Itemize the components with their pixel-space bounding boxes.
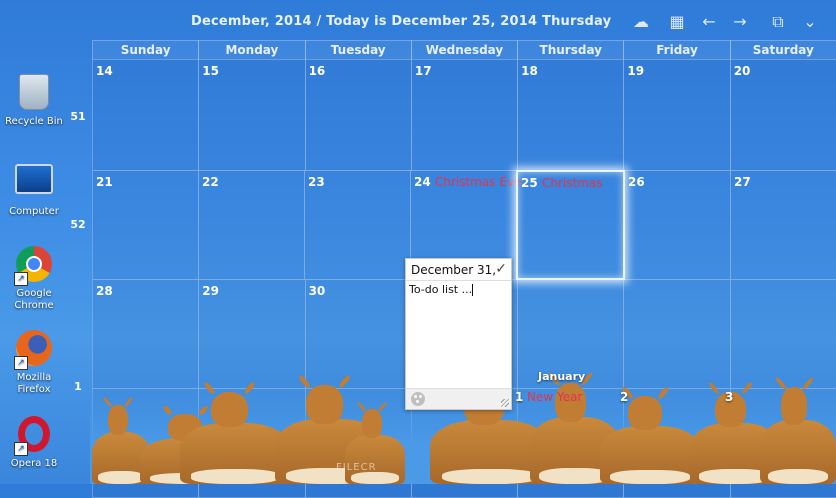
day-number: 19 (627, 64, 645, 78)
day-cell[interactable]: 28 (92, 279, 200, 389)
day-cell[interactable]: 18 (517, 59, 625, 171)
day-cell[interactable]: 20 (729, 59, 836, 171)
day-cell[interactable]: 23 (304, 170, 411, 280)
desktop-icon-label: Computer (9, 206, 59, 217)
divider (406, 280, 511, 281)
day-cell[interactable]: 22 (198, 170, 305, 280)
day-cell[interactable]: 21 (92, 170, 199, 280)
day-number: 1 (515, 390, 524, 404)
sticky-note-footer (406, 388, 511, 409)
week-number: 52 (70, 218, 86, 231)
day-name: Monday (198, 40, 306, 60)
chevron-down-icon[interactable]: ⌄ (800, 12, 820, 32)
text-caret (472, 284, 474, 296)
desktop-icon-firefox[interactable]: ↗ Mozilla Firefox (4, 328, 64, 396)
event-label[interactable]: New Year (527, 390, 582, 404)
day-name: Sunday (92, 40, 200, 60)
computer-icon (14, 164, 54, 204)
desktop-icon-label: Recycle Bin (5, 116, 63, 127)
sticky-note-title: December 31, (411, 263, 497, 277)
next-month-label: January (538, 370, 586, 383)
day-number: 24 (414, 175, 431, 189)
resize-grip-icon[interactable] (501, 399, 509, 407)
day-names-row: Sunday Monday Tuesday Wednesday Thursday… (92, 40, 836, 60)
palette-icon[interactable] (411, 392, 425, 406)
day-name: Wednesday (410, 40, 519, 60)
desktop-icon-opera[interactable]: ↗ Opera 18 (4, 414, 64, 470)
day-cell[interactable] (623, 279, 731, 389)
recycle-bin-icon (14, 74, 54, 114)
day-cell[interactable]: 19 (623, 59, 731, 171)
desktop-icon-computer[interactable]: Computer (4, 158, 64, 218)
day-cell[interactable] (729, 279, 836, 389)
day-name: Thursday (517, 40, 625, 60)
day-number: 17 (414, 64, 432, 78)
desktop-icon-label: Google Chrome (14, 288, 54, 311)
calendar-icon[interactable]: ▦ (667, 12, 687, 32)
day-number: 30 (308, 284, 326, 298)
day-number: 14 (96, 64, 113, 78)
window-icon[interactable]: ⧉ (768, 12, 788, 32)
day-number: 21 (96, 175, 113, 189)
day-number: 3 (725, 390, 734, 404)
checkmark-icon[interactable]: ✓ (495, 261, 507, 277)
day-cell[interactable]: 15 (198, 59, 306, 171)
day-cell-today[interactable]: 25 Christmas (516, 170, 625, 280)
desktop-icon-label: Mozilla Firefox (16, 372, 52, 395)
desktop-icon-recycle-bin[interactable]: Recycle Bin (4, 72, 64, 128)
shortcut-arrow-icon: ↗ (14, 272, 28, 286)
day-number: 25 (521, 176, 538, 190)
shortcut-arrow-icon: ↗ (14, 442, 28, 456)
day-number: 22 (202, 175, 219, 189)
opera-icon: ↗ (14, 416, 54, 456)
week-number: 1 (74, 380, 82, 393)
day-cell[interactable]: 26 (624, 170, 731, 280)
day-number: 18 (521, 64, 538, 78)
arrow-right-icon[interactable]: → (730, 12, 750, 32)
day-number: 16 (308, 64, 326, 78)
day-number: 23 (308, 175, 325, 189)
event-label[interactable]: Christmas (542, 176, 603, 190)
day-number: 2 (620, 390, 629, 404)
week-number: 51 (70, 110, 86, 123)
day-cell[interactable]: 14 (92, 59, 200, 171)
antelope-image (600, 384, 700, 484)
event-label[interactable]: Christmas Eve (435, 175, 521, 189)
day-number: 15 (202, 64, 219, 78)
sticky-note-text: To-do list ... (409, 283, 473, 296)
day-number: 28 (96, 284, 113, 298)
day-name: Saturday (729, 40, 836, 60)
day-number: 29 (202, 284, 219, 298)
firefox-icon: ↗ (14, 330, 54, 370)
watermark: FILECR (336, 462, 377, 473)
sticky-note[interactable]: December 31, ✓ To-do list ... (405, 258, 512, 410)
chrome-icon: ↗ (14, 246, 54, 286)
desktop-icon-label: Opera 18 (10, 458, 58, 469)
cloud-icon[interactable]: ☁ (631, 12, 651, 32)
day-cell[interactable]: 16 (304, 59, 412, 171)
day-number: 20 (733, 64, 751, 78)
arrow-left-icon[interactable]: ← (699, 12, 719, 32)
desktop-icon-chrome[interactable]: ↗ Google Chrome (4, 244, 64, 312)
day-cell[interactable]: 17 (410, 59, 519, 171)
day-name: Tuesday (304, 40, 412, 60)
day-number: 27 (734, 175, 751, 189)
antelope-image (760, 374, 836, 484)
day-name: Friday (623, 40, 731, 60)
shortcut-arrow-icon: ↗ (14, 356, 28, 370)
day-cell[interactable]: 27 (730, 170, 836, 280)
calendar-title: December, 2014 / Today is December 25, 2… (191, 14, 612, 29)
week-row: 14 15 16 17 18 19 20 (92, 59, 836, 171)
day-number: 26 (628, 175, 645, 189)
antelope-image (180, 379, 290, 484)
sticky-note-body[interactable]: To-do list ... (409, 283, 474, 296)
